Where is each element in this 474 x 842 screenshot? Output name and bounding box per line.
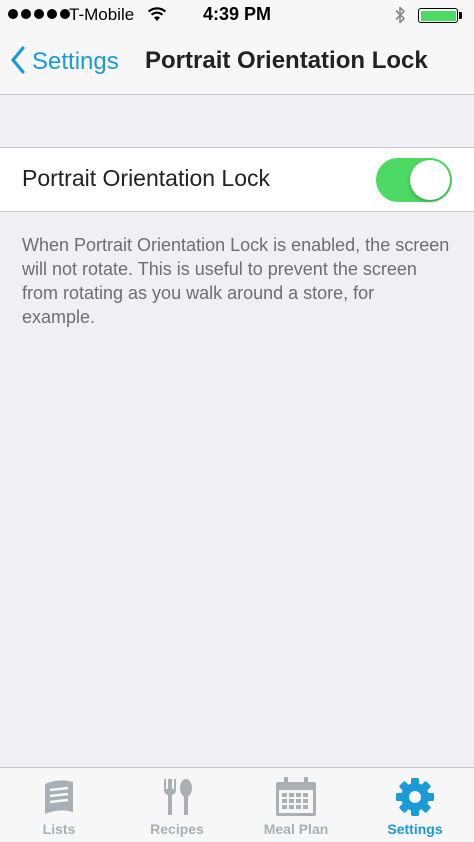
back-button-label: Settings [32,48,119,75]
battery-level-fill [420,10,456,21]
battery-icon [418,8,458,23]
portrait-lock-toggle[interactable] [376,158,452,202]
chevron-left-icon [10,45,26,79]
toggle-knob [410,160,450,200]
tab-lists[interactable]: Lists [0,768,118,842]
battery-tip [459,12,462,19]
tab-bar: Lists Recipes Meal Plan Settings [0,767,474,841]
setting-description: When Portrait Orientation Lock is enable… [22,235,450,327]
tab-recipes[interactable]: Recipes [118,768,236,842]
tab-settings-label: Settings [387,821,443,837]
page-title: Portrait Orientation Lock [145,47,428,74]
tab-settings[interactable]: Settings [356,768,474,842]
portrait-lock-cell: Portrait Orientation Lock [0,147,474,212]
lists-icon [0,776,118,821]
tab-lists-label: Lists [42,821,76,837]
status-bar: T-Mobile 4:39 PM [0,0,474,32]
tab-meal-plan-label: Meal Plan [263,821,329,837]
bluetooth-icon [394,5,406,30]
tab-meal-plan[interactable]: Meal Plan [237,768,355,842]
portrait-lock-label: Portrait Orientation Lock [22,165,271,191]
calendar-icon [237,776,355,823]
gear-icon [356,776,474,823]
navigation-bar: Settings Portrait Orientation Lock [0,32,474,95]
tab-recipes-label: Recipes [150,821,204,837]
back-button[interactable]: Settings [10,44,119,80]
fork-spoon-icon [118,776,236,823]
